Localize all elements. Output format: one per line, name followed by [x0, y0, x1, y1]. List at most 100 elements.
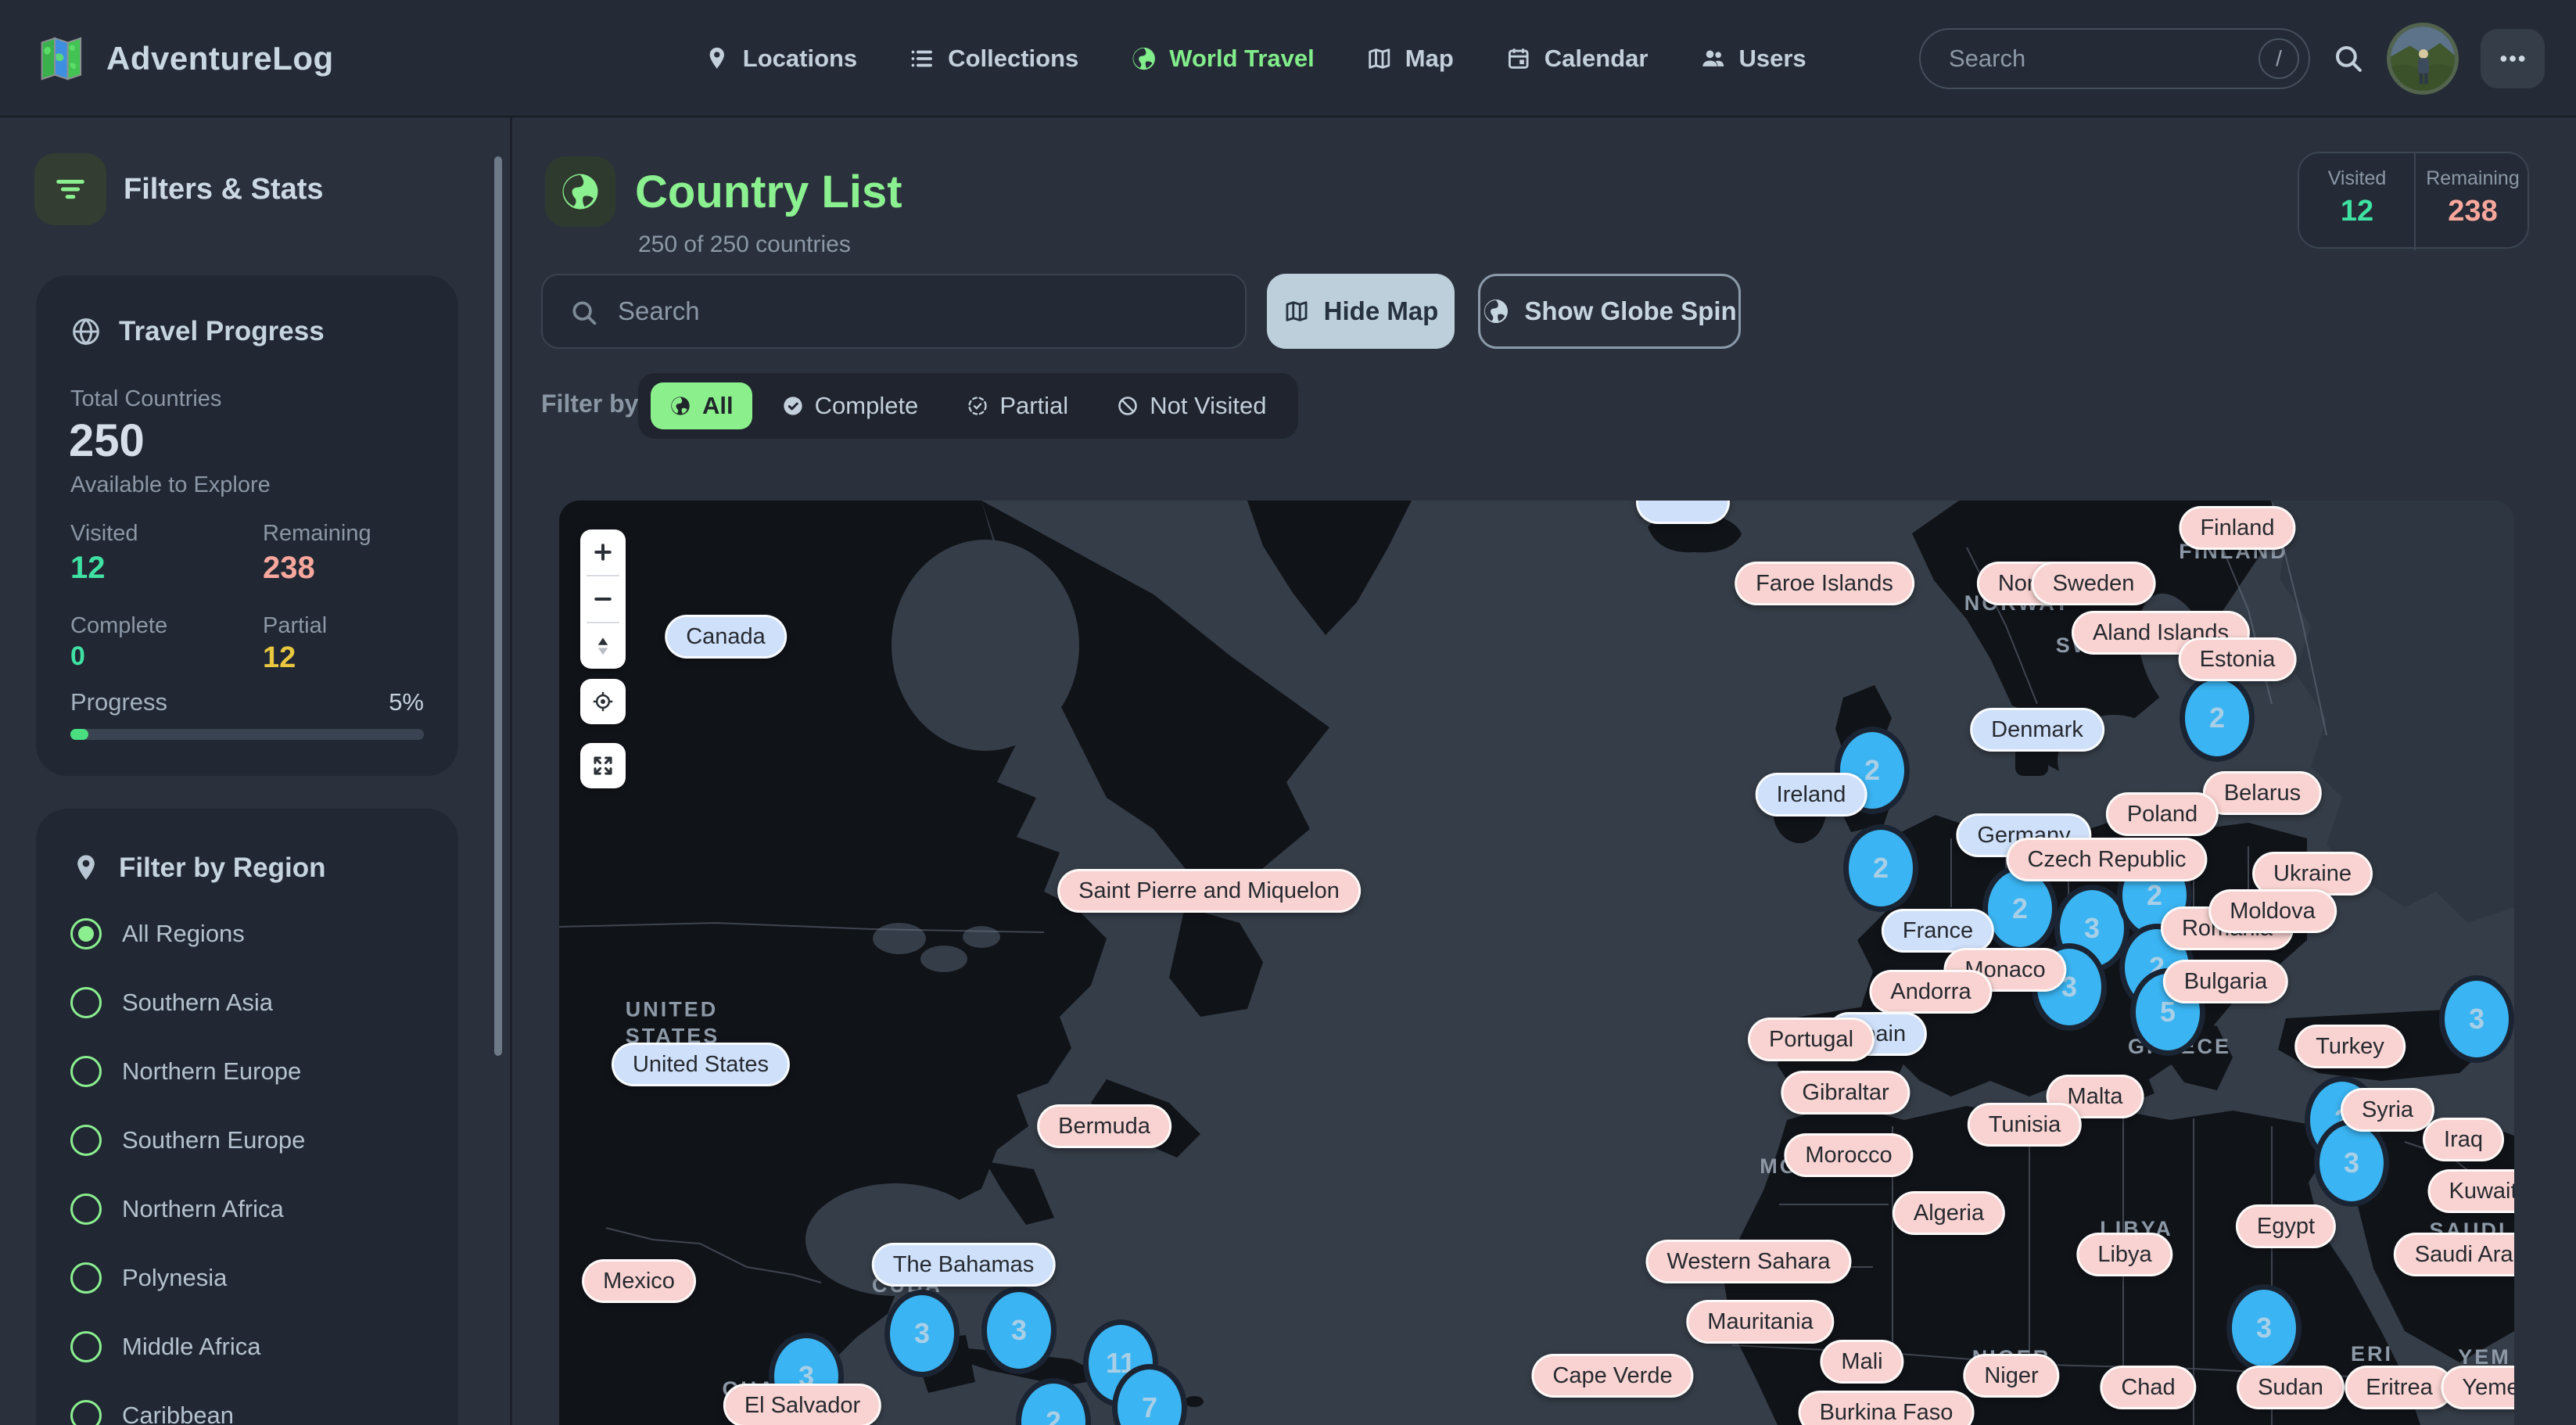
country-pill-sudan[interactable]: Sudan [2237, 1366, 2345, 1409]
country-pill-libya[interactable]: Libya [2076, 1233, 2172, 1276]
search-icon[interactable] [2332, 42, 2365, 75]
region-option-northern-africa[interactable]: Northern Africa [70, 1193, 284, 1225]
country-pill-kuwait[interactable]: Kuwait [2427, 1169, 2514, 1213]
region-option-southern-europe[interactable]: Southern Europe [70, 1125, 305, 1156]
country-pill-france[interactable]: France [1882, 909, 1994, 953]
country-pill-estonia[interactable]: Estonia [2179, 637, 2297, 681]
region-option-polynesia[interactable]: Polynesia [70, 1262, 227, 1294]
country-pill-united-states[interactable]: United States [612, 1043, 790, 1086]
brand-title: AdventureLog [106, 40, 334, 77]
country-pill-the-bahamas[interactable]: The Bahamas [872, 1243, 1056, 1287]
nav-item-locations[interactable]: Locations [704, 45, 857, 73]
globe-icon [669, 395, 691, 417]
country-pill[interactable] [1636, 501, 1730, 524]
country-pill-el-salvador[interactable]: El Salvador [723, 1384, 881, 1425]
map-cluster-marker[interactable]: 3 [2226, 1284, 2302, 1372]
nav-item-collections[interactable]: Collections [909, 45, 1078, 73]
country-pill-mauritania[interactable]: Mauritania [1686, 1300, 1834, 1344]
ban-icon [1117, 395, 1139, 417]
country-pill-yemen[interactable]: Yemen [2441, 1366, 2514, 1409]
map-icon [1283, 298, 1310, 325]
country-pill-niger[interactable]: Niger [1963, 1354, 2059, 1398]
nav-item-world-travel[interactable]: World Travel [1130, 45, 1315, 73]
map-cluster-marker[interactable]: 3 [2314, 1119, 2389, 1207]
country-pill-belarus[interactable]: Belarus [2203, 771, 2322, 815]
filter-pill-complete[interactable]: Complete [763, 382, 938, 429]
filter-pill-partial[interactable]: Partial [948, 382, 1087, 429]
country-pill-algeria[interactable]: Algeria [1893, 1191, 2005, 1235]
country-pill-tunisia[interactable]: Tunisia [1968, 1103, 2082, 1147]
country-pill-turkey[interactable]: Turkey [2294, 1025, 2406, 1068]
radio-icon [70, 1193, 102, 1225]
overflow-menu-button[interactable] [2481, 29, 2545, 88]
stats-visited-cell: Visited 12 [2299, 153, 2415, 250]
country-pill-mali[interactable]: Mali [1820, 1340, 1903, 1384]
country-pill-moldova[interactable]: Moldova [2208, 889, 2337, 933]
list-icon [909, 45, 935, 72]
nav-item-users[interactable]: Users [1699, 45, 1806, 73]
region-option-caribbean[interactable]: Caribbean [70, 1400, 234, 1425]
filter-pill-all[interactable]: All [651, 382, 752, 429]
world-map[interactable]: UNITED STATESNORWAYSWEFINLANDGREECELIBYA… [559, 501, 2514, 1425]
country-pill-western-sahara[interactable]: Western Sahara [1645, 1240, 1851, 1283]
region-option-all-regions[interactable]: All Regions [70, 918, 245, 949]
country-pill-czech-republic[interactable]: Czech Republic [2006, 838, 2207, 881]
brand[interactable]: AdventureLog [34, 0, 334, 117]
country-pill-gibraltar[interactable]: Gibraltar [1781, 1071, 1910, 1115]
show-globe-spin-button[interactable]: Show Globe Spin [1478, 274, 1741, 349]
country-pill-faroe-islands[interactable]: Faroe Islands [1735, 562, 1914, 605]
available-label: Available to Explore [70, 472, 271, 498]
fullscreen-button[interactable] [580, 743, 626, 788]
country-pill-saint-pierre-and-miquelon[interactable]: Saint Pierre and Miquelon [1057, 869, 1361, 913]
country-pill-andorra[interactable]: Andorra [1869, 970, 1992, 1014]
check-icon [782, 395, 804, 417]
map-cluster-marker[interactable]: 2 [2180, 674, 2255, 762]
filters-toggle-button[interactable] [34, 153, 106, 225]
country-pill-saudi-arabia[interactable]: Saudi Arabia [2394, 1233, 2514, 1276]
country-pill-morocco[interactable]: Morocco [1784, 1133, 1913, 1177]
country-pill-cape-verde[interactable]: Cape Verde [1531, 1354, 1693, 1398]
region-option-northern-europe[interactable]: Northern Europe [70, 1056, 301, 1087]
country-pill-egypt[interactable]: Egypt [2236, 1204, 2336, 1248]
sidebar-scrollbar[interactable] [494, 156, 502, 1056]
hide-map-button[interactable]: Hide Map [1267, 274, 1455, 349]
users-icon [1699, 45, 1726, 72]
country-search[interactable] [541, 274, 1247, 349]
country-pill-iraq[interactable]: Iraq [2423, 1118, 2504, 1161]
region-option-middle-africa[interactable]: Middle Africa [70, 1331, 260, 1362]
country-pill-chad[interactable]: Chad [2100, 1366, 2196, 1409]
map-cluster-marker[interactable]: 3 [2439, 975, 2514, 1063]
country-list-icon-tile [545, 156, 615, 227]
nav-item-calendar[interactable]: Calendar [1505, 45, 1649, 73]
country-pill-ireland[interactable]: Ireland [1756, 773, 1867, 817]
country-pill-poland[interactable]: Poland [2106, 792, 2219, 836]
country-pill-portugal[interactable]: Portugal [1748, 1018, 1875, 1061]
country-pill-finland[interactable]: Finland [2179, 506, 2295, 550]
zoom-in-button[interactable] [580, 529, 626, 575]
filter-pill-not-visited[interactable]: Not Visited [1098, 382, 1285, 429]
country-pill-bulgaria[interactable]: Bulgaria [2163, 960, 2288, 1003]
map-cluster-marker[interactable]: 2 [1843, 824, 1918, 912]
country-pill-sweden[interactable]: Sweden [2032, 562, 2156, 605]
country-pill-eritrea[interactable]: Eritrea [2345, 1366, 2453, 1409]
country-pill-syria[interactable]: Syria [2341, 1088, 2434, 1132]
nav-item-map[interactable]: Map [1366, 45, 1454, 73]
avatar[interactable] [2387, 23, 2459, 95]
navbar-search[interactable]: / [1919, 28, 2310, 89]
locate-button[interactable] [580, 679, 626, 724]
country-search-input[interactable] [618, 275, 1220, 347]
navbar-search-input[interactable] [1949, 30, 2246, 88]
pitch-toggle-button[interactable] [580, 623, 626, 669]
region-option-southern-asia[interactable]: Southern Asia [70, 987, 273, 1018]
country-pill-canada[interactable]: Canada [665, 615, 787, 659]
map-cluster-marker[interactable]: 3 [884, 1290, 960, 1377]
globe-icon [1482, 297, 1510, 325]
country-pill-burkina-faso[interactable]: Burkina Faso [1799, 1391, 1975, 1425]
country-pill-bermuda[interactable]: Bermuda [1037, 1104, 1171, 1148]
visited-label: Visited [70, 521, 138, 547]
map-cluster-marker[interactable]: 3 [981, 1287, 1057, 1374]
zoom-out-button[interactable] [580, 576, 626, 622]
country-pill-mexico[interactable]: Mexico [582, 1259, 696, 1303]
search-shortcut-badge: / [2258, 38, 2299, 79]
country-pill-denmark[interactable]: Denmark [1970, 708, 2104, 752]
